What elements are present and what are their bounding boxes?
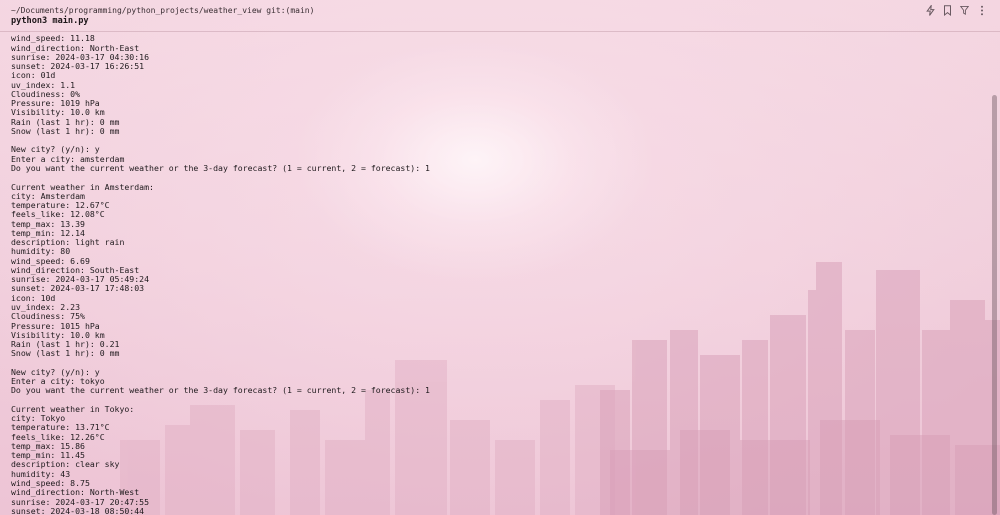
lightning-icon[interactable]: [926, 5, 935, 16]
terminal-line: Snow (last 1 hr): 0 mm: [11, 348, 120, 359]
terminal-line: Do you want the current weather or the 3…: [11, 385, 430, 396]
terminal-line: Snow (last 1 hr): 0 mm: [11, 125, 120, 136]
terminal-header: ~/Documents/programming/python_projects/…: [0, 0, 1000, 32]
terminal-output[interactable]: wind_speed: 11.18 wind_direction: North-E…: [11, 31, 971, 515]
filter-icon[interactable]: [960, 5, 969, 16]
bookmark-icon[interactable]: [943, 5, 952, 16]
terminal-line: description: light rain: [11, 237, 125, 248]
terminal-line: Do you want the current weather or the 3…: [11, 162, 430, 173]
terminal-line: description: clear sky: [11, 459, 120, 470]
terminal-line: Current weather in Tokyo:: [11, 403, 135, 414]
terminal-line: sunset: 2024-03-18 08:50:44: [11, 505, 145, 515]
terminal-line: sunset: 2024-03-17 17:48:03: [11, 283, 145, 294]
more-vertical-icon[interactable]: [977, 5, 986, 16]
working-directory-path: ~/Documents/programming/python_projects/…: [11, 6, 315, 15]
terminal-lines: wind_speed: 11.18 wind_direction: North-E…: [11, 31, 430, 515]
header-toolbar: [926, 5, 986, 16]
scrollbar-thumb[interactable]: [992, 95, 997, 515]
command-line: python3 main.py: [11, 16, 89, 26]
scrollbar[interactable]: [990, 31, 998, 515]
terminal-line: sunset: 2024-03-17 16:26:51: [11, 61, 145, 72]
